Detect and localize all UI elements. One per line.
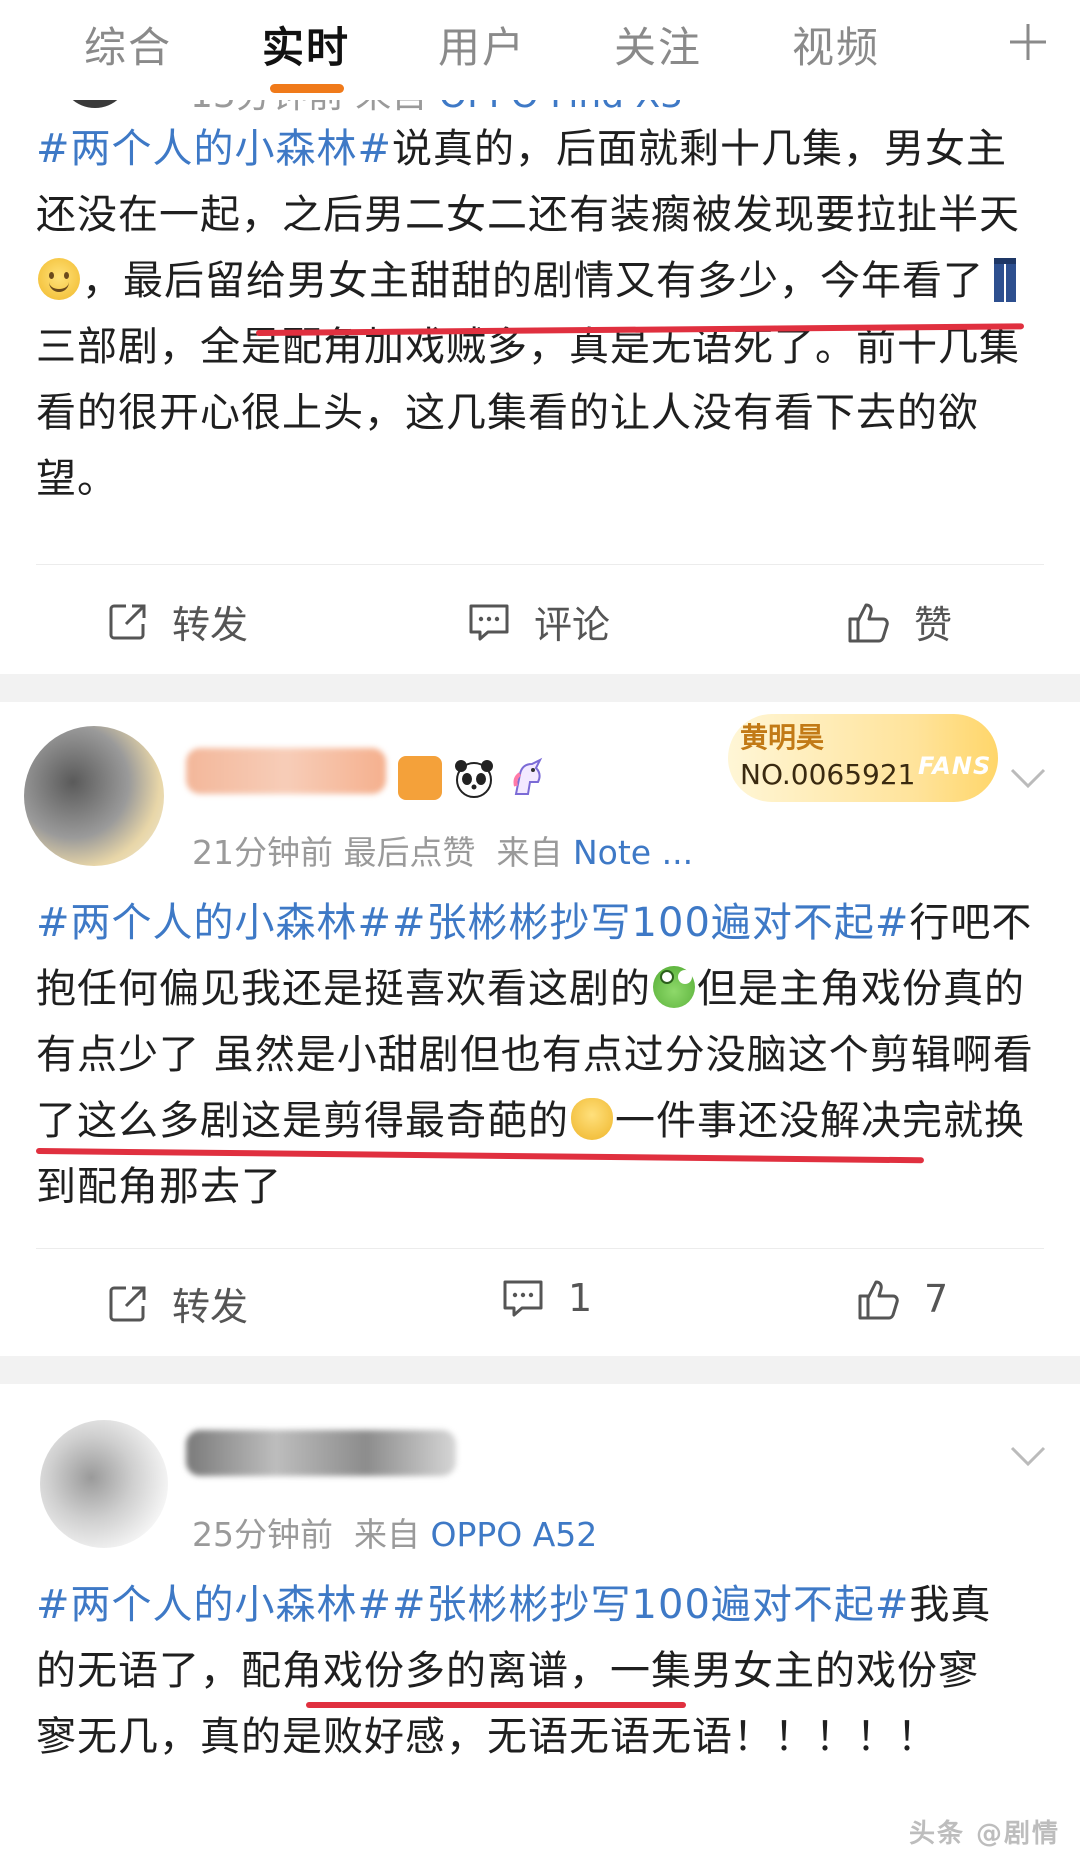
tab-realtime[interactable]: 实时 xyxy=(262,14,350,75)
fan-badge-name: 黄明昊 xyxy=(740,721,825,754)
repost-icon xyxy=(109,604,146,639)
post-separator xyxy=(0,674,1080,702)
avatar[interactable] xyxy=(40,1420,168,1548)
frog-emoji-icon xyxy=(653,966,695,1008)
fan-badge-number: NO.0065921 xyxy=(740,758,916,791)
tab-following[interactable]: 关注 xyxy=(614,14,702,75)
comment-button[interactable]: 评论 xyxy=(466,594,610,649)
post-meta: 25分钟前 来自 OPPO A52 xyxy=(192,1515,598,1554)
red-underline xyxy=(306,1702,686,1708)
comment-count: 1 xyxy=(568,1276,593,1320)
watermark: 头条 @剧情 xyxy=(908,1819,1060,1849)
tab-bar: 综合 实时 用户 关注 视频 xyxy=(0,0,1080,100)
smile-emoji-icon xyxy=(38,258,80,300)
tab-video[interactable]: 视频 xyxy=(792,14,880,75)
tab-users[interactable]: 用户 xyxy=(438,14,526,75)
unicorn-badge-icon[interactable] xyxy=(506,756,550,800)
like-count: 7 xyxy=(924,1277,949,1321)
like-button[interactable]: 赞 xyxy=(846,594,952,649)
chevron-down-icon[interactable] xyxy=(1008,1444,1048,1468)
chevron-down-icon[interactable] xyxy=(1008,766,1048,790)
panda-badge-icon[interactable] xyxy=(452,756,496,800)
post-separator xyxy=(0,1356,1080,1384)
topic-link[interactable]: #两个人的小森林# xyxy=(36,1582,392,1628)
crown-badge-icon[interactable] xyxy=(398,756,442,800)
repost-icon xyxy=(109,1286,146,1321)
jeans-emoji-icon xyxy=(994,258,1016,302)
post-body: #两个人的小森林##张彬彬抄写100遍对不起#我真的无语了，配角戏份多的离谱，一… xyxy=(36,1582,992,1760)
post-body: #两个人的小森林##张彬彬抄写100遍对不起#行吧不抱任何偏见我还是挺喜欢看这剧… xyxy=(36,900,1034,1210)
post-meta: 21分钟前 最后点赞 来自 Note ... xyxy=(192,833,694,872)
comment-icon xyxy=(469,604,509,640)
topic-link[interactable]: #张彬彬抄写100遍对不起# xyxy=(392,900,909,946)
divider xyxy=(36,564,1044,565)
fan-badge-tag: FANS xyxy=(918,752,992,780)
post-body: #两个人的小森林#说真的，后面就剩十几集，男女主还没在一起，之后男二女二还有装瘸… xyxy=(36,126,1020,502)
topic-link[interactable]: #两个人的小森林# xyxy=(36,900,392,946)
avatar[interactable] xyxy=(24,726,164,866)
username-blurred[interactable] xyxy=(186,1430,456,1476)
username-blurred[interactable] xyxy=(186,748,386,794)
topic-link[interactable]: #张彬彬抄写100遍对不起# xyxy=(392,1582,909,1628)
divider xyxy=(36,1248,1044,1249)
comment-button[interactable]: 1 xyxy=(500,1276,592,1320)
tab-comprehensive[interactable]: 综合 xyxy=(84,14,172,75)
active-tab-indicator xyxy=(270,84,344,93)
topic-link[interactable]: #两个人的小森林# xyxy=(36,126,392,172)
like-button[interactable]: 7 xyxy=(856,1276,948,1322)
repost-button[interactable]: 转发 xyxy=(106,594,248,649)
plus-icon[interactable] xyxy=(1006,20,1050,64)
repost-button[interactable]: 转发 xyxy=(106,1276,248,1331)
thumbs-up-icon xyxy=(848,603,889,642)
blob-emoji-icon xyxy=(571,1098,613,1140)
comment-icon xyxy=(503,1280,543,1317)
thumbs-up-icon xyxy=(858,1280,899,1320)
